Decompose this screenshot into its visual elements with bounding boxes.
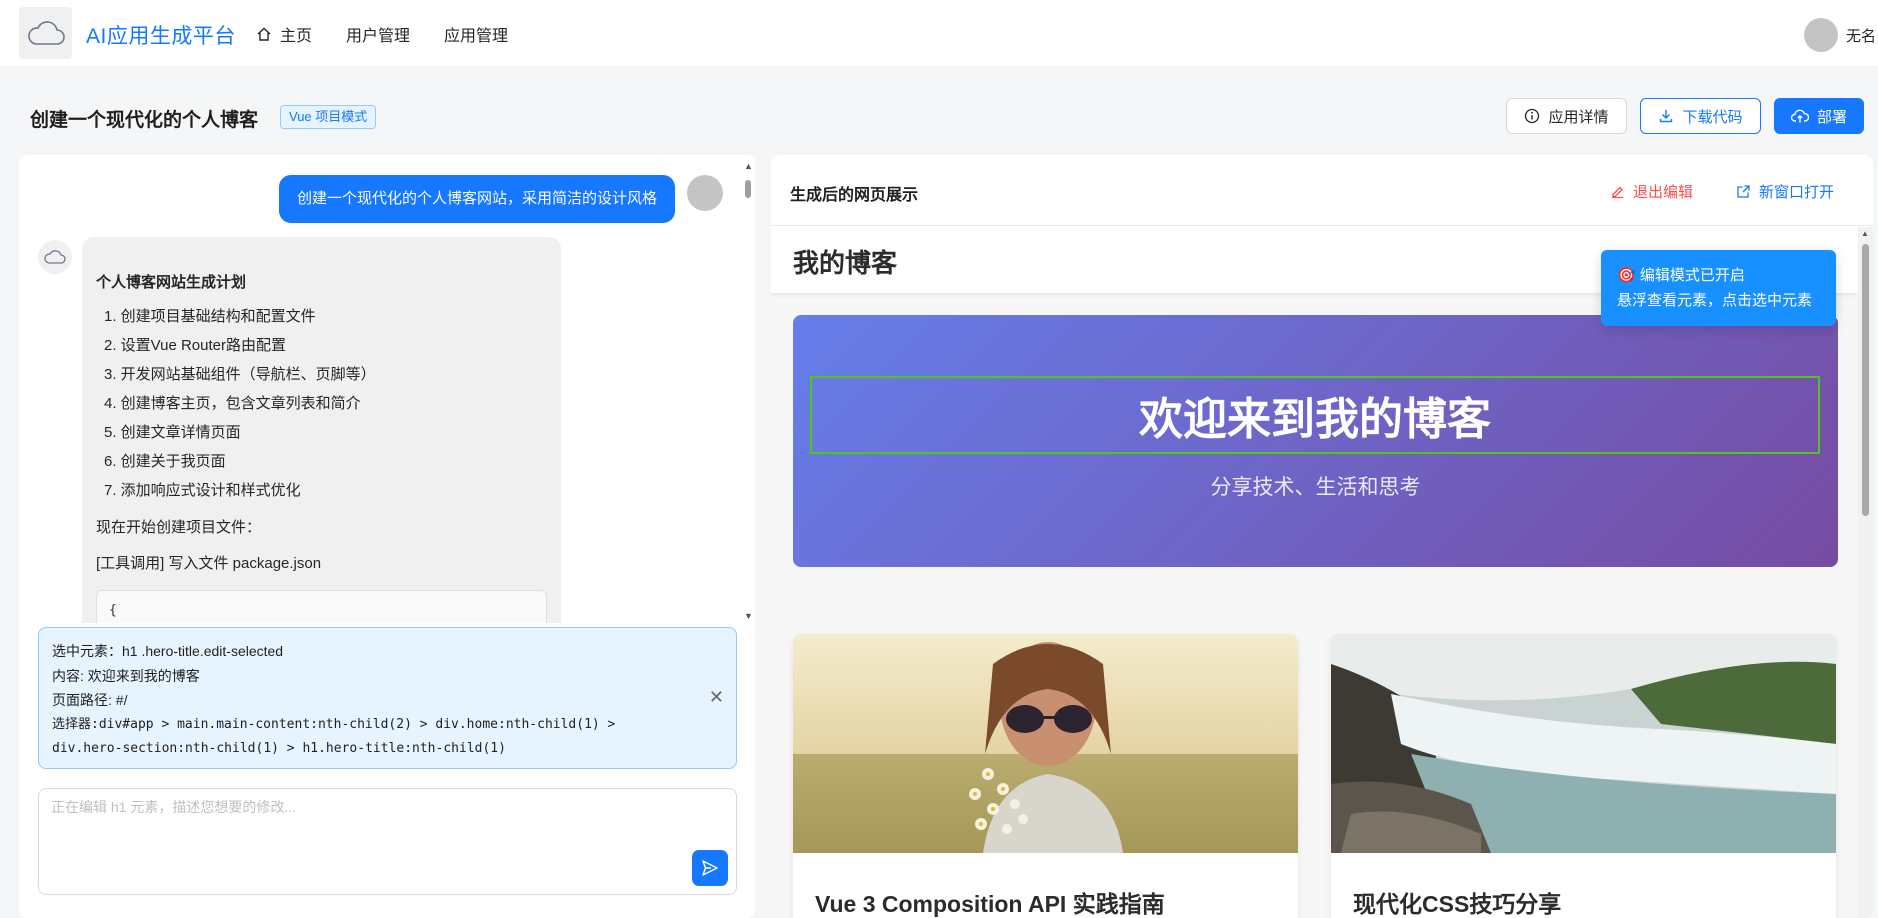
ai-paragraph: 现在开始创建项目文件： (96, 519, 262, 536)
selector-line: 选择器:div#app > main.main-content:nth-chil… (52, 716, 616, 732)
user-message-bubble: 创建一个现代化的个人博客网站，采用简洁的设计风格 (278, 175, 675, 223)
edit-icon (1612, 186, 1623, 199)
external-link-icon (1737, 185, 1750, 198)
selected-content-label: 内容: 欢迎来到我的博客 (52, 667, 200, 684)
selector-line: div.hero-section:nth-child(1) > h1.hero-… (52, 741, 506, 756)
mode-badge: Vue 项目模式 (280, 105, 377, 129)
user-menu[interactable]: 无名 (1804, 18, 1878, 52)
ai-message-bubble: 个人博客网站生成计划 1. 创建项目基础结构和配置文件 2. 设置Vue Rou… (82, 237, 561, 623)
site-title[interactable]: 我的博客 (793, 243, 897, 280)
preview-header: 生成后的网页展示 退出编辑 新窗口打开 (771, 155, 1873, 226)
ai-avatar (38, 240, 72, 274)
cloud-upload-icon (1790, 109, 1809, 123)
list-item: 4. 创建博客主页，包含文章列表和简介 (104, 395, 361, 412)
list-item: 3. 开发网站基础组件（导航栏、页脚等） (104, 366, 376, 383)
scroll-up-icon[interactable]: ▲ (1861, 229, 1869, 238)
scroll-up-icon[interactable]: ▲ (744, 161, 753, 171)
tool-call-label: [工具调用] 写入文件 package.json (96, 555, 322, 572)
toast-title: 🎯 编辑模式已开启 (1617, 267, 1745, 284)
plan-step-list: 1. 创建项目基础结构和配置文件 2. 设置Vue Router路由配置 3. … (96, 302, 547, 505)
list-item: 2. 设置Vue Router路由配置 (104, 337, 287, 354)
nav-item-app-management[interactable]: 应用管理 (444, 22, 508, 46)
user-name: 无名 (1846, 27, 1877, 45)
chat-panel: 创建一个现代化的个人博客网站，采用简洁的设计风格 个人博客网站生成计划 1. 创… (19, 155, 755, 918)
preview-scrollbar[interactable]: ▲ (1858, 227, 1873, 918)
list-item: 1. 创建项目基础结构和配置文件 (104, 308, 316, 325)
scroll-down-icon[interactable]: ▼ (744, 611, 753, 621)
article-card-title[interactable]: Vue 3 Composition API 实践指南 (815, 885, 1165, 918)
nav-item-home[interactable]: 主页 (256, 22, 312, 46)
download-code-label: 下载代码 (1682, 108, 1743, 126)
nav-item-label: 应用管理 (444, 28, 509, 45)
send-icon (702, 860, 718, 876)
preview-frame[interactable]: 我的博客 欢迎来到我的博客 分享技术、生活和思考 Vue 3 Compositi… (771, 227, 1873, 918)
app-details-label: 应用详情 (1548, 108, 1609, 126)
selected-element-info: 选中元素：h1 .hero-title.edit-selected 内容: 欢迎… (38, 627, 737, 769)
article-image-waterfall (1331, 634, 1836, 853)
hero-subtitle[interactable]: 分享技术、生活和思考 (793, 471, 1838, 501)
user-message-row: 创建一个现代化的个人博客网站，采用简洁的设计风格 (278, 175, 723, 223)
selected-element-label: 选中元素：h1 .hero-title.edit-selected (52, 643, 284, 659)
main-nav: 主页 用户管理 应用管理 (256, 22, 508, 46)
edit-mode-toast: 🎯 编辑模式已开启 悬浮查看元素，点击选中元素 (1601, 250, 1836, 326)
preview-title: 生成后的网页展示 (790, 187, 919, 204)
nav-item-user-management[interactable]: 用户管理 (346, 22, 410, 46)
chat-scrollbar[interactable]: ▲ ▼ (743, 161, 753, 621)
selected-element-outline[interactable]: 欢迎来到我的博客 (810, 376, 1820, 454)
exit-edit-button[interactable]: 退出编辑 (1610, 181, 1693, 202)
message-input[interactable] (39, 789, 736, 894)
nav-item-label: 用户管理 (346, 28, 411, 45)
app-title[interactable]: AI应用生成平台 (86, 20, 236, 50)
message-list[interactable]: 创建一个现代化的个人博客网站，采用简洁的设计风格 个人博客网站生成计划 1. 创… (19, 155, 755, 623)
download-icon (1660, 110, 1673, 123)
top-navbar: AI应用生成平台 主页 用户管理 应用管理 无名 (0, 0, 1878, 66)
scrollbar-thumb[interactable] (1862, 244, 1869, 516)
page-title: 创建一个现代化的个人博客 (30, 110, 259, 131)
scrollbar-thumb[interactable] (745, 180, 751, 198)
app-logo[interactable] (19, 7, 72, 59)
exit-edit-label: 退出编辑 (1633, 184, 1694, 201)
article-image-woman-sunglasses (793, 634, 1298, 853)
deploy-label: 部署 (1816, 108, 1847, 126)
cloud-logo-icon (27, 21, 65, 45)
code-block: { (96, 590, 547, 623)
selected-path-label: 页面路径: #/ (52, 692, 128, 708)
list-item: 6. 创建关于我页面 (104, 453, 226, 470)
deploy-button[interactable]: 部署 (1774, 98, 1864, 134)
article-card[interactable]: 现代化CSS技巧分享 (1331, 634, 1836, 918)
open-new-window-label: 新窗口打开 (1759, 184, 1835, 201)
send-button[interactable] (692, 850, 728, 886)
hero-section[interactable]: 欢迎来到我的博客 分享技术、生活和思考 (793, 315, 1838, 567)
avatar[interactable] (1804, 18, 1838, 52)
list-item: 7. 添加响应式设计和样式优化 (104, 482, 301, 499)
message-input-box (38, 788, 737, 895)
article-card-title[interactable]: 现代化CSS技巧分享 (1353, 885, 1561, 918)
app-details-button[interactable]: 应用详情 (1506, 98, 1627, 134)
nav-item-label: 主页 (280, 28, 313, 45)
avatar (687, 175, 723, 211)
list-item: 5. 创建文章详情页面 (104, 424, 241, 441)
article-card[interactable]: Vue 3 Composition API 实践指南 (793, 634, 1298, 918)
close-icon[interactable]: ✕ (709, 687, 724, 708)
cloud-icon (44, 250, 66, 264)
home-icon (257, 27, 271, 41)
ai-plan-heading: 个人博客网站生成计划 (96, 274, 247, 291)
info-icon (1525, 108, 1540, 124)
download-code-button[interactable]: 下载代码 (1640, 98, 1761, 134)
toast-message: 悬浮查看元素，点击选中元素 (1617, 292, 1813, 309)
hero-title[interactable]: 欢迎来到我的博客 (1139, 383, 1491, 447)
open-new-window-button[interactable]: 新窗口打开 (1736, 181, 1834, 202)
